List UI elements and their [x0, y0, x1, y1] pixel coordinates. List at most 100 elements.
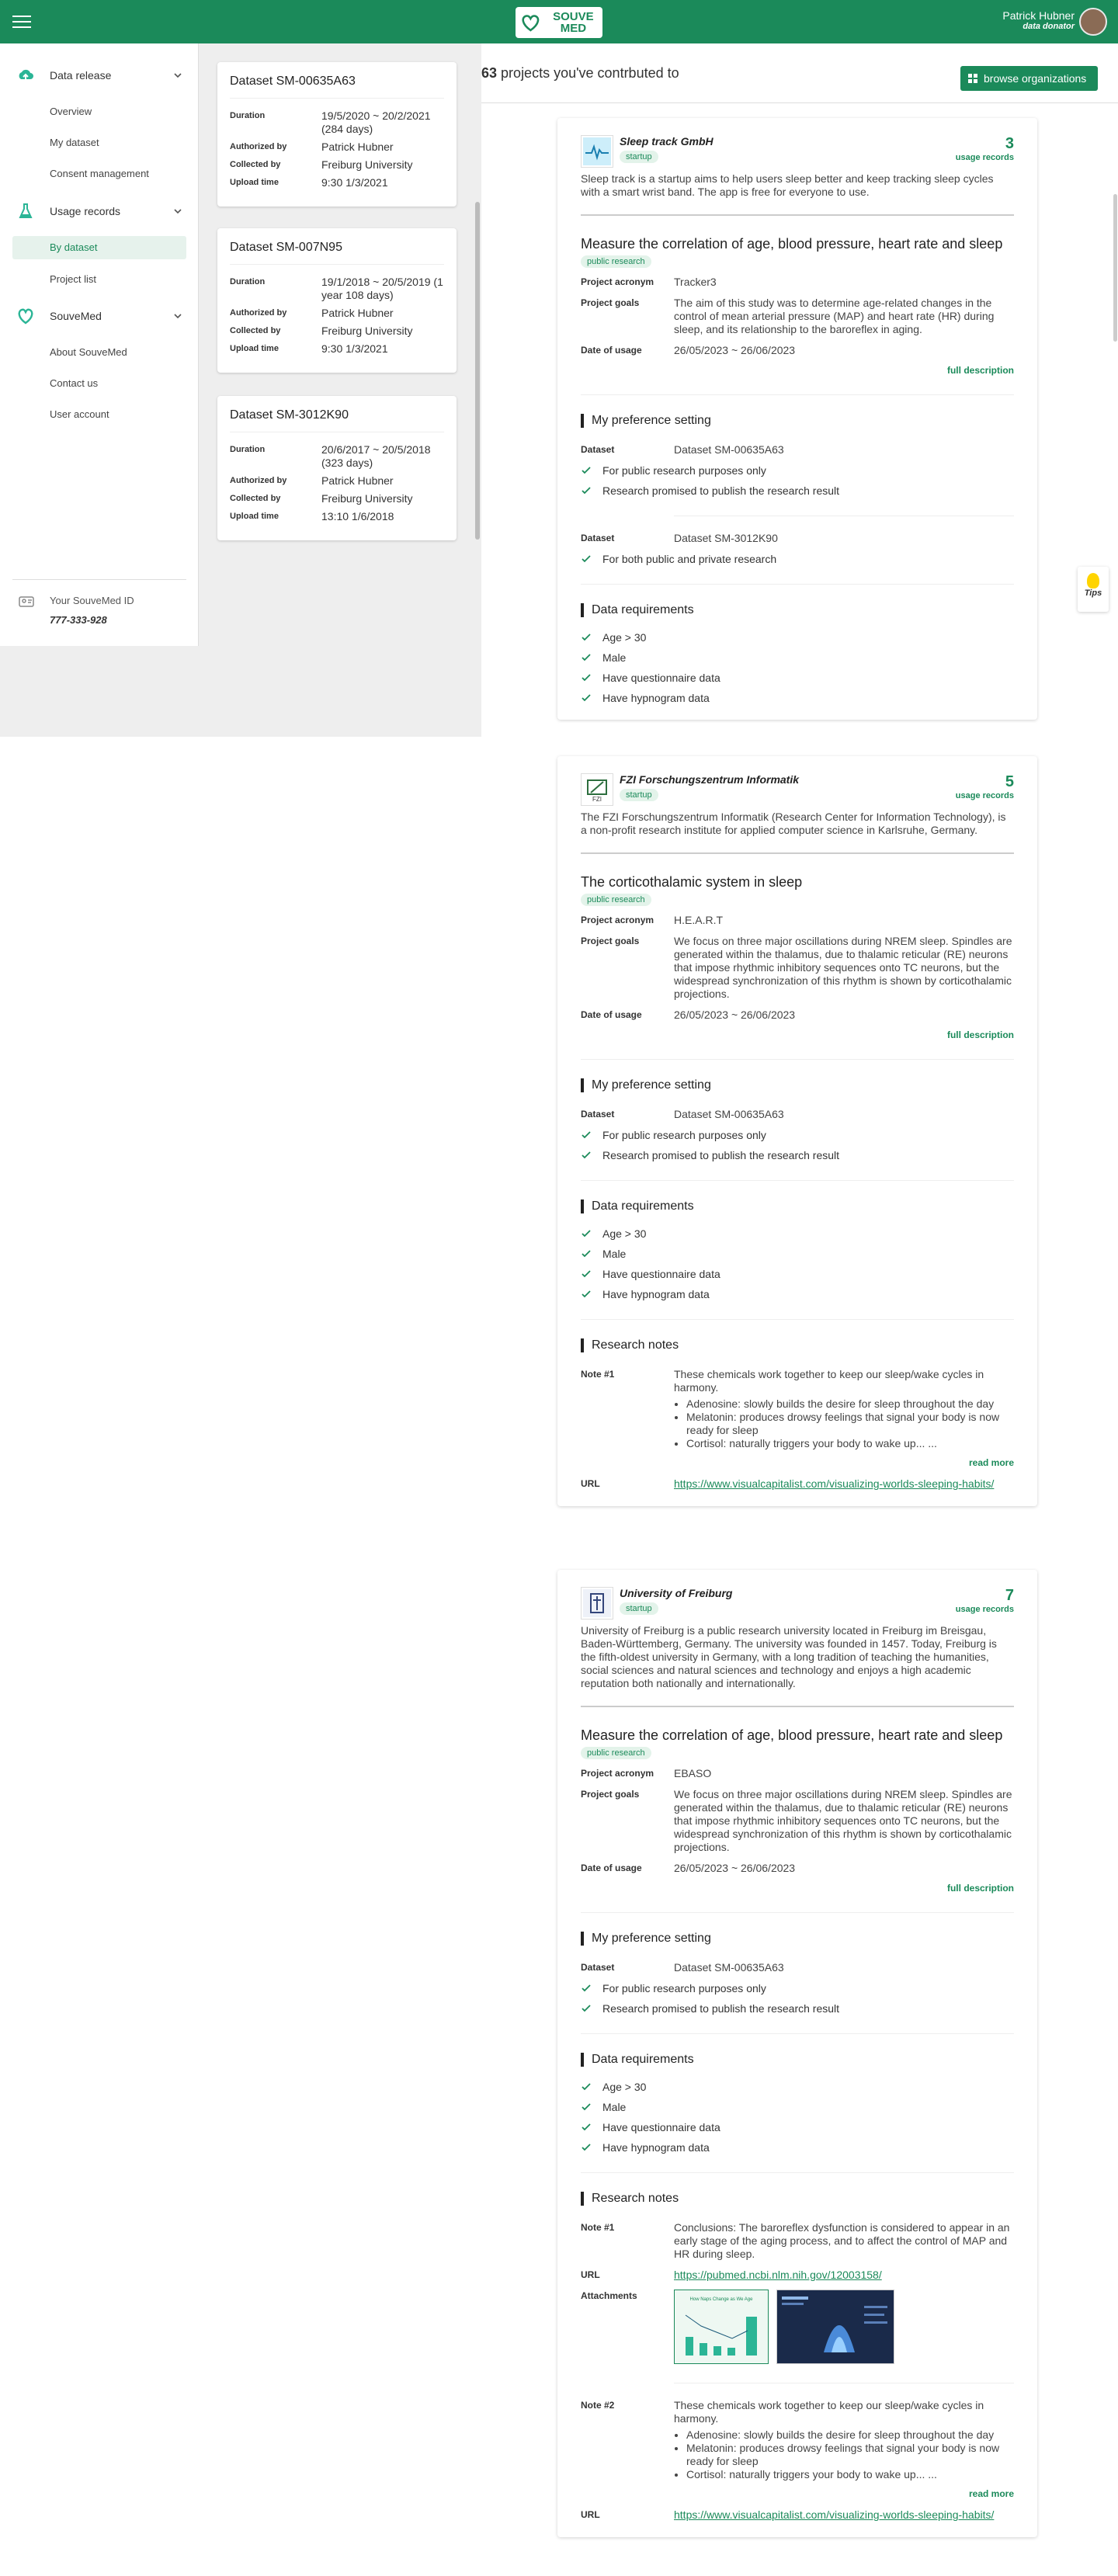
acronym-value: EBASO — [674, 1767, 712, 1779]
sidebar-item-user-account[interactable]: User account — [50, 408, 109, 420]
id-card-icon — [19, 596, 34, 607]
field-value: 19/1/2018 ~ 20/5/2019 (1 year 108 days) — [321, 276, 443, 301]
note-url-link[interactable]: https://www.visualcapitalist.com/visuali… — [674, 2508, 994, 2521]
dataset-value[interactable]: Dataset SM-00635A63 — [674, 1961, 1014, 1974]
note-text: These chemicals work together to keep ou… — [674, 1368, 984, 1394]
attachment-thumbnail[interactable]: How Naps Change as We Age — [674, 2290, 769, 2364]
note-label: Note #1 — [581, 2222, 615, 2233]
preference-heading: My preference setting — [581, 414, 1014, 428]
check-icon — [582, 555, 591, 563]
sidebar-item-contact-us[interactable]: Contact us — [50, 377, 98, 389]
preference-item: Research promised to publish the researc… — [581, 2002, 1014, 2015]
field-label: Authorized by — [230, 142, 287, 151]
sidebar-item-my-dataset[interactable]: My dataset — [50, 137, 99, 148]
field-value: 20/6/2017 ~ 20/5/2018 (323 days) — [321, 443, 431, 469]
souvemed-logo[interactable]: SOUVE MED — [516, 7, 602, 38]
sidebar-group-souvemed[interactable]: SouveMed — [17, 307, 182, 325]
check-icon — [582, 694, 591, 702]
tips-button[interactable]: Tips — [1078, 567, 1109, 612]
date-value: 26/05/2023 ~ 26/06/2023 — [674, 1009, 796, 1021]
field-value: Freiburg University — [321, 492, 413, 505]
header-divider — [481, 102, 1118, 103]
url-label: URL — [581, 2269, 600, 2280]
dataset-card[interactable]: Dataset SM-3012K90 Duration 20/6/2017 ~ 2… — [217, 396, 457, 540]
sidebar-item-overview[interactable]: Overview — [50, 106, 92, 117]
sidebar-item-about-souvemed[interactable]: About SouveMed — [50, 346, 127, 358]
sidebar-item-consent-management[interactable]: Consent management — [50, 168, 149, 179]
dataset-scrollbar[interactable] — [475, 202, 480, 540]
full-description-link[interactable]: full description — [581, 365, 1014, 395]
field-label: Upload time — [230, 512, 279, 521]
browse-organizations-label: browse organizations — [984, 72, 1087, 85]
org-name[interactable]: University of Freiburg — [620, 1587, 732, 1599]
menu-icon[interactable] — [12, 16, 31, 28]
note-bullet: Melatonin: produces drowsy feelings that… — [686, 1411, 1014, 1437]
requirement-text: Age > 30 — [602, 631, 647, 644]
requirements-heading: Data requirements — [581, 603, 1014, 617]
requirement-item: Have questionnaire data — [581, 672, 1014, 684]
field-label: Upload time — [230, 344, 279, 353]
full-description-link[interactable]: full description — [581, 1029, 1014, 1060]
goals-value: The aim of this study was to determine a… — [674, 297, 995, 335]
dataset-value[interactable]: Dataset SM-3012K90 — [674, 532, 1014, 545]
note-bullet: Cortisol: naturally triggers your body t… — [686, 1437, 1014, 1450]
check-icon — [582, 654, 591, 661]
org-logo — [581, 135, 613, 168]
avatar[interactable] — [1079, 8, 1107, 36]
note-url-link[interactable]: https://www.visualcapitalist.com/visuali… — [674, 1477, 994, 1490]
research-notes-heading: Research notes — [581, 2192, 1014, 2206]
check-icon — [582, 487, 591, 495]
browse-organizations-button[interactable]: browse organizations — [960, 66, 1098, 91]
projects-count-heading: 63 projects you've contrbuted to — [481, 65, 679, 82]
divider — [581, 2033, 1014, 2034]
field-label: Duration — [230, 445, 266, 454]
preference-item: Research promised to publish the researc… — [581, 484, 1014, 497]
dataset-card[interactable]: Dataset SM-00635A63 Duration 19/5/2020 ~ … — [217, 62, 457, 207]
note-bullet: Adenosine: slowly builds the desire for … — [686, 1397, 1014, 1411]
sleep-tracker-logo-icon — [583, 137, 611, 165]
project-tag: public research — [581, 894, 651, 906]
note-bullet: Melatonin: produces drowsy feelings that… — [686, 2442, 1014, 2468]
user-info[interactable]: Patrick Hubner data donator — [1002, 9, 1075, 31]
goals-label: Project goals — [581, 936, 640, 946]
requirement-item: Age > 30 — [581, 631, 1014, 644]
sidebar-item-by-dataset[interactable]: By dataset — [12, 236, 186, 259]
acronym-label: Project acronym — [581, 915, 654, 925]
org-name[interactable]: FZI Forschungszentrum Informatik — [620, 773, 799, 786]
chevron-down-icon — [174, 314, 182, 319]
attachment-title: How Naps Change as We Age — [689, 2297, 753, 2302]
preference-text: Research promised to publish the researc… — [602, 1149, 840, 1161]
field-label: Upload time — [230, 178, 279, 187]
main-scrollbar[interactable] — [1113, 194, 1117, 342]
preference-text: For public research purposes only — [602, 464, 766, 477]
note-url-link[interactable]: https://pubmed.ncbi.nlm.nih.gov/12003158… — [674, 2269, 882, 2281]
check-icon — [582, 1984, 591, 1992]
sidebar-group-usage-records[interactable]: Usage records — [17, 203, 182, 220]
main-content: 63 projects you've contrbuted to browse … — [481, 43, 1118, 2576]
sidebar-group-data-release[interactable]: Data release — [17, 67, 182, 84]
sidebar-group-label: SouveMed — [50, 310, 102, 322]
date-label: Date of usage — [581, 345, 642, 356]
dataset-card[interactable]: Dataset SM-007N95 Duration 19/1/2018 ~ 20… — [217, 228, 457, 373]
field-value: Patrick Hubner — [321, 307, 394, 319]
check-icon — [582, 2005, 591, 2012]
chevron-down-icon — [174, 73, 182, 78]
url-label: URL — [581, 2509, 600, 2520]
read-more-link[interactable]: read more — [674, 1456, 1014, 1470]
read-more-link[interactable]: read more — [674, 2487, 1014, 2501]
attachment-thumbnail[interactable] — [776, 2290, 894, 2364]
usage-count-number: 7 — [1005, 1587, 1014, 1604]
requirement-text: Male — [602, 651, 627, 664]
preference-text: Research promised to publish the researc… — [602, 484, 840, 497]
dataset-value[interactable]: Dataset SM-00635A63 — [674, 1108, 1014, 1121]
full-description-link[interactable]: full description — [581, 1883, 1014, 1913]
date-label: Date of usage — [581, 1009, 642, 1020]
org-name[interactable]: Sleep track GmbH — [620, 135, 714, 148]
grid-icon — [968, 74, 977, 83]
field-label: Duration — [230, 277, 266, 286]
sidebar-item-project-list[interactable]: Project list — [50, 273, 96, 285]
field-label: Collected by — [230, 160, 281, 169]
preference-text: For public research purposes only — [602, 1129, 766, 1141]
logo-text: SOUVE MED — [553, 10, 594, 35]
dataset-value[interactable]: Dataset SM-00635A63 — [674, 443, 1014, 457]
